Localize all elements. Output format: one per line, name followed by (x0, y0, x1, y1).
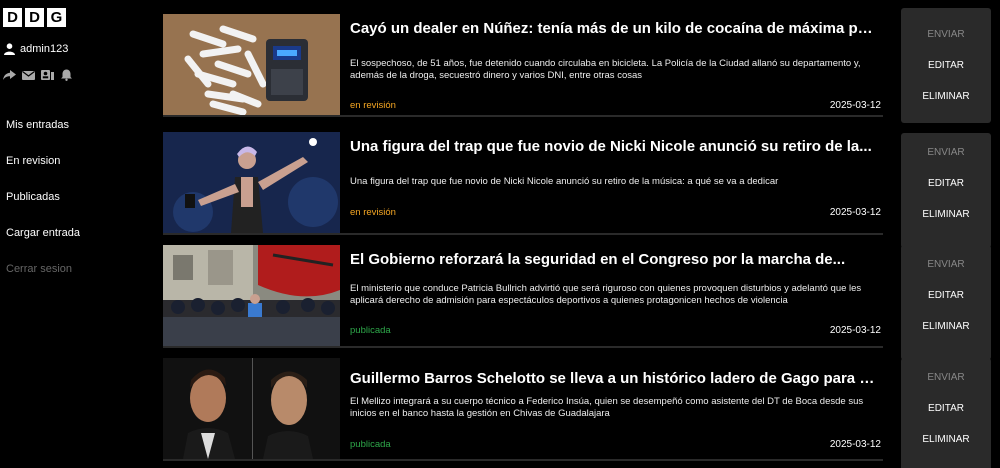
post-excerpt: El sospechoso, de 51 años, fue detenido … (350, 58, 861, 81)
user-info: admin123 (4, 43, 68, 55)
user-icon (4, 43, 15, 55)
send-button[interactable]: ENVIAR (901, 29, 991, 40)
edit-button[interactable]: EDITAR (901, 290, 991, 301)
post-date: 2025-03-12 (829, 207, 881, 218)
contacts-icon[interactable] (41, 69, 54, 81)
post-date: 2025-03-12 (829, 325, 881, 336)
post-actions: ENVIAR EDITAR ELIMINAR (901, 133, 991, 248)
post-date: 2025-03-12 (829, 100, 881, 111)
post-card: Guillermo Barros Schelotto se lleva a un… (163, 358, 883, 461)
status-badge: en revisión (350, 100, 396, 111)
post-thumbnail (163, 358, 340, 459)
post-actions: ENVIAR EDITAR ELIMINAR (901, 245, 991, 360)
sidebar-nav: Mis entradas En revision Publicadas Carg… (6, 118, 80, 298)
post-date: 2025-03-12 (829, 439, 881, 450)
send-button[interactable]: ENVIAR (901, 259, 991, 270)
status-badge: en revisión (350, 207, 396, 218)
logo[interactable]: D D G (3, 8, 66, 27)
logo-letter: G (47, 8, 66, 27)
edit-button[interactable]: EDITAR (901, 178, 991, 189)
send-button[interactable]: ENVIAR (901, 147, 991, 158)
logo-letter: D (3, 8, 22, 27)
edit-button[interactable]: EDITAR (901, 60, 991, 71)
delete-button[interactable]: ELIMINAR (901, 321, 991, 332)
bell-icon[interactable] (60, 69, 73, 81)
delete-button[interactable]: ELIMINAR (901, 434, 991, 445)
post-excerpt: El Mellizo integrará a su cuerpo técnico… (350, 396, 864, 419)
post-actions: ENVIAR EDITAR ELIMINAR (901, 8, 991, 123)
post-excerpt: Una figura del trap que fue novio de Nic… (350, 176, 779, 187)
post-actions: ENVIAR EDITAR ELIMINAR (901, 358, 991, 468)
delete-button[interactable]: ELIMINAR (901, 209, 991, 220)
delete-button[interactable]: ELIMINAR (901, 91, 991, 102)
status-badge: publicada (350, 439, 391, 450)
post-card: El Gobierno reforzará la seguridad en el… (163, 245, 883, 348)
username: admin123 (20, 43, 69, 55)
post-thumbnail (163, 132, 340, 233)
send-button[interactable]: ENVIAR (901, 372, 991, 383)
sidebar: D D G admin123 Mis entradas En revision … (0, 0, 150, 468)
post-thumbnail (163, 245, 340, 346)
sidebar-item-cargar-entrada[interactable]: Cargar entrada (6, 226, 80, 262)
post-title[interactable]: Una figura del trap que fue novio de Nic… (350, 138, 880, 155)
edit-button[interactable]: EDITAR (901, 403, 991, 414)
post-title[interactable]: El Gobierno reforzará la seguridad en el… (350, 251, 880, 268)
app: D D G admin123 Mis entradas En revision … (0, 0, 1000, 468)
status-badge: publicada (350, 325, 391, 336)
post-card: Una figura del trap que fue novio de Nic… (163, 132, 883, 235)
post-thumbnail (163, 14, 340, 115)
share-icon[interactable] (3, 69, 16, 81)
post-title[interactable]: Cayó un dealer en Núñez: tenía más de un… (350, 20, 880, 37)
sidebar-item-cerrar-sesion[interactable]: Cerrar sesion (6, 262, 80, 298)
sidebar-item-publicadas[interactable]: Publicadas (6, 190, 80, 226)
post-card: Cayó un dealer en Núñez: tenía más de un… (163, 14, 883, 117)
sidebar-item-en-revision[interactable]: En revision (6, 154, 80, 190)
quick-actions (3, 69, 73, 81)
sidebar-item-mis-entradas[interactable]: Mis entradas (6, 118, 80, 154)
post-excerpt: El ministerio que conduce Patricia Bullr… (350, 283, 862, 306)
logo-letter: D (25, 8, 44, 27)
mail-icon[interactable] (22, 69, 35, 81)
post-title[interactable]: Guillermo Barros Schelotto se lleva a un… (350, 370, 880, 387)
